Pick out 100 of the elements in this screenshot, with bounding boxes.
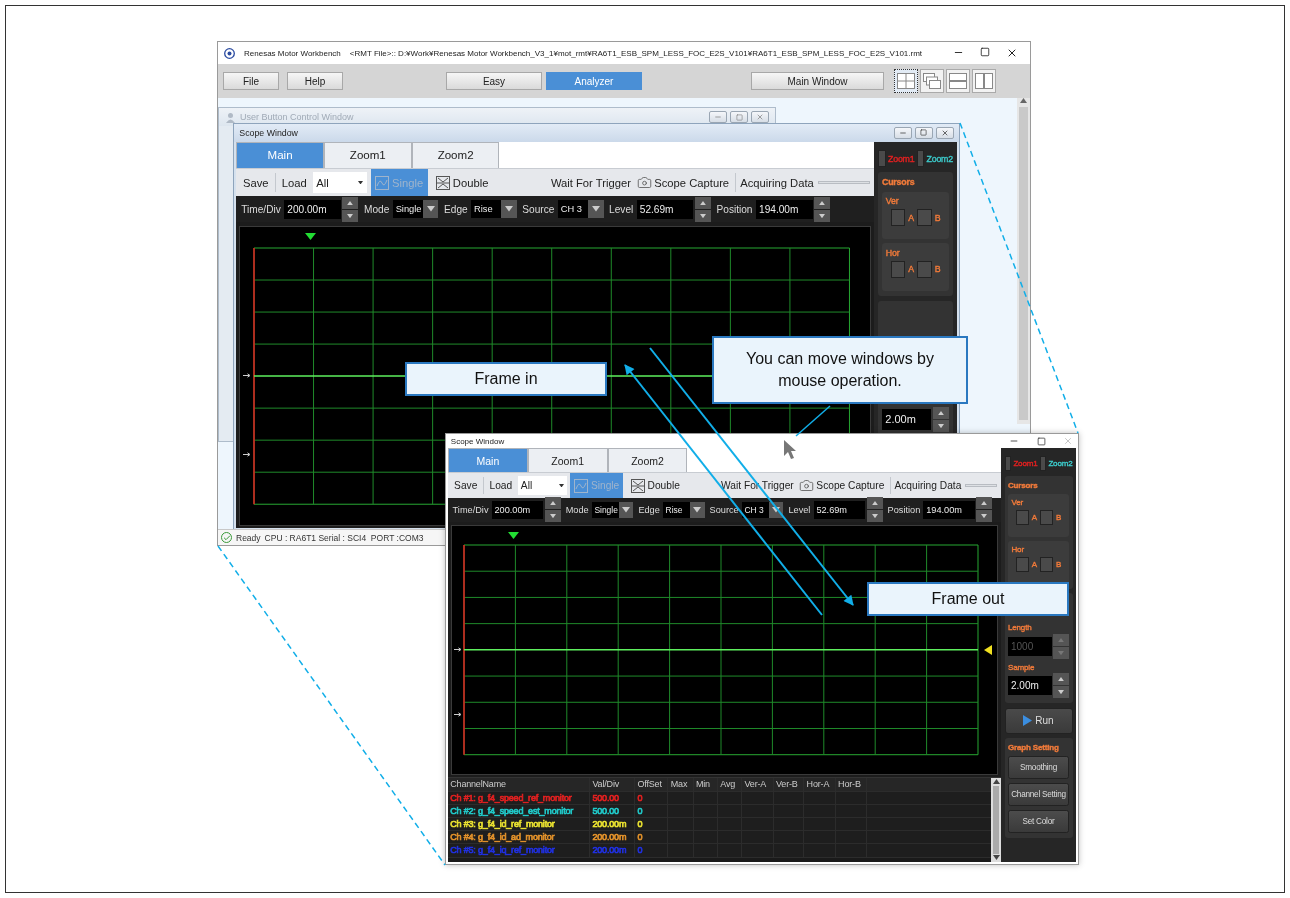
view-mode-button[interactable]: Double	[626, 473, 684, 498]
menu-button[interactable]: Help	[287, 72, 343, 90]
zoom-label: Zoom1	[887, 153, 915, 164]
spin-up-button[interactable]	[1053, 673, 1069, 686]
value-field[interactable]: 52.69m	[813, 501, 866, 519]
main-window-button[interactable]: Main Window	[751, 72, 884, 90]
view-mode-button[interactable]: Double	[431, 169, 493, 197]
minimize-button[interactable]	[709, 111, 727, 123]
column-header: Min	[693, 777, 718, 791]
value-field[interactable]: 200.00m	[491, 501, 544, 519]
zoom-label: Zoom2	[1048, 459, 1073, 469]
tab[interactable]: Zoom1	[527, 448, 608, 473]
scrollbar[interactable]	[1017, 98, 1030, 424]
channel-dropdown[interactable]: All	[312, 172, 367, 193]
channel-dropdown[interactable]: All	[517, 476, 567, 495]
load-button[interactable]: Load	[487, 480, 515, 492]
cursor-letter: B	[934, 264, 941, 275]
cursor-toggle[interactable]	[917, 209, 932, 226]
save-button[interactable]: Save	[452, 480, 480, 492]
maximize-icon[interactable]	[980, 47, 990, 57]
level-marker-icon[interactable]	[984, 644, 992, 655]
mode-button[interactable]: Easy	[446, 72, 542, 90]
channel-name: Ch #3: g_f4_id_ref_monitor	[448, 818, 591, 831]
spin-up-button[interactable]	[342, 196, 359, 209]
cursor-letter: A	[1031, 512, 1037, 522]
save-button[interactable]: Save	[240, 176, 271, 189]
close-button[interactable]	[751, 111, 769, 123]
zoom-toggle[interactable]	[1004, 456, 1012, 472]
value-field[interactable]: 194.00m	[923, 501, 975, 519]
cursor-letter: A	[908, 212, 914, 223]
spin-down-button[interactable]	[544, 510, 561, 523]
param-dropdown[interactable]: CH 3	[741, 501, 784, 518]
cursor-label: Hor	[885, 247, 901, 258]
trigger-marker-icon[interactable]	[508, 531, 520, 539]
spin-down-button[interactable]	[342, 209, 359, 222]
param-label: Level	[788, 504, 811, 515]
spin-up-button[interactable]	[694, 196, 711, 209]
capture-button[interactable]: Scope Capture	[634, 175, 732, 190]
cursor-toggle[interactable]	[917, 261, 932, 278]
caret-down-icon	[358, 180, 364, 185]
value-field[interactable]: 2.00m	[882, 408, 932, 430]
cursor-toggle[interactable]	[1015, 509, 1029, 525]
caret-up-icon	[347, 200, 354, 205]
value-field[interactable]: 52.69m	[636, 199, 694, 219]
zoom-label: Zoom2	[926, 153, 953, 164]
value-field[interactable]: 194.00m	[756, 199, 813, 219]
column-header: Max	[668, 777, 694, 791]
cursor-toggle[interactable]	[1015, 556, 1029, 572]
param-dropdown[interactable]: Rise	[663, 501, 705, 518]
person-icon	[225, 111, 236, 123]
spin-up-button[interactable]	[976, 497, 993, 510]
restore-button[interactable]	[914, 126, 933, 139]
menu-button[interactable]: File	[223, 72, 279, 90]
cursor-toggle[interactable]	[1040, 556, 1053, 572]
param-dropdown[interactable]: Single	[392, 200, 439, 218]
param-dropdown[interactable]: Rise	[471, 200, 517, 218]
scrollbar[interactable]	[991, 777, 1001, 862]
spin-down-button[interactable]	[1053, 686, 1069, 699]
layout-button[interactable]	[894, 69, 918, 93]
cursor-toggle[interactable]	[1040, 509, 1053, 525]
restore-button[interactable]	[730, 111, 748, 123]
spin-down-button[interactable]	[976, 510, 993, 523]
tab[interactable]: Zoom1	[323, 141, 412, 168]
spin-up-button[interactable]	[933, 406, 950, 419]
spin-down-button[interactable]	[866, 510, 883, 523]
value-field[interactable]: 200.00m	[284, 199, 341, 219]
minimize-button[interactable]	[893, 126, 912, 139]
load-button[interactable]: Load	[279, 176, 309, 189]
setting-button[interactable]: Smoothing	[1008, 756, 1069, 780]
spin-up-button[interactable]	[866, 497, 883, 510]
capture-button[interactable]: Scope Capture	[797, 478, 887, 494]
zoom-toggle[interactable]	[878, 150, 886, 167]
camera-icon	[799, 478, 815, 494]
arrow-icon	[454, 646, 462, 652]
tab[interactable]: Zoom2	[411, 141, 500, 168]
zoom-toggle[interactable]	[1039, 456, 1047, 472]
maximize-icon[interactable]	[1036, 436, 1046, 446]
spin-down-button[interactable]	[933, 419, 950, 432]
spin-up-button[interactable]	[544, 497, 561, 510]
spin-up-button[interactable]	[814, 196, 831, 209]
table-cell: 500.00	[590, 791, 636, 804]
param-dropdown[interactable]: Single	[591, 501, 634, 518]
callout: Frame in	[405, 362, 607, 396]
run-button[interactable]: Run	[1004, 707, 1073, 734]
setting-button[interactable]: Channel Setting	[1008, 783, 1069, 807]
cursor-toggle[interactable]	[890, 209, 905, 226]
setting-button[interactable]: Set Color	[1008, 810, 1069, 834]
close-button[interactable]	[935, 126, 954, 139]
zoom-toggle[interactable]	[916, 150, 925, 167]
spin-down-button[interactable]	[694, 209, 711, 222]
acquiring-status: Acquiring Data	[894, 480, 962, 492]
close-icon[interactable]	[1006, 47, 1018, 59]
tab[interactable]: Zoom2	[607, 448, 688, 473]
value-field[interactable]: 2.00m	[1008, 676, 1052, 696]
trigger-marker-icon[interactable]	[304, 233, 316, 241]
spin-down-button[interactable]	[814, 209, 831, 222]
param-dropdown[interactable]: CH 3	[557, 200, 604, 218]
cursor-toggle[interactable]	[890, 261, 905, 278]
table-cell: 0	[635, 791, 669, 804]
cursor-label: Hor	[1011, 544, 1025, 554]
